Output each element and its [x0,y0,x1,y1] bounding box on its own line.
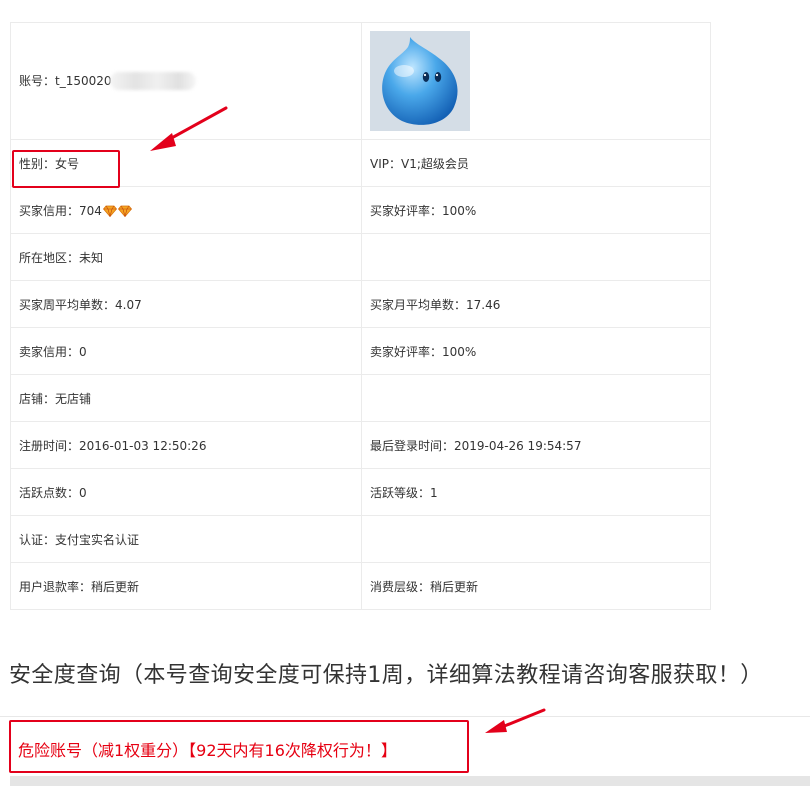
account-label: 账号：t_150020 [19,73,112,88]
account-info-table: 账号：t_150020 性别：女号 VIP：V1;超级会员 买家信用：704 买… [10,22,711,610]
blurred-account-suffix [109,72,196,91]
buyer-credit-label: 买家信用：704 [19,203,102,218]
last-login-cell: 最后登录时间：2019-04-26 19:54:57 [361,421,711,469]
activity-points-cell: 活跃点数：0 [10,468,362,516]
avatar [370,31,470,131]
table-row: 买家信用：704 买家好评率：100% [10,186,711,234]
table-row: 店铺：无店铺 [10,374,711,422]
buyer-monthly-avg-cell: 买家月平均单数：17.46 [361,280,711,328]
seller-rating-cell: 卖家好评率：100% [361,327,711,375]
vip-cell: VIP：V1;超级会员 [361,139,711,187]
bottom-divider-bar [10,776,810,786]
empty-cell [361,374,711,422]
shop-cell: 店铺：无店铺 [10,374,362,422]
verification-cell: 认证：支付宝实名认证 [10,515,362,563]
location-cell: 所在地区：未知 [10,233,362,281]
register-time-cell: 注册时间：2016-01-03 12:50:26 [10,421,362,469]
seller-credit-cell: 卖家信用：0 [10,327,362,375]
refund-rate-cell: 用户退款率：稍后更新 [10,562,362,610]
table-row: 买家周平均单数：4.07 买家月平均单数：17.46 [10,280,711,328]
empty-cell [361,233,711,281]
diamond-icon [102,205,117,217]
consumption-tier-cell: 消费层级：稍后更新 [361,562,711,610]
empty-cell [361,515,711,563]
table-row: 认证：支付宝实名认证 [10,515,711,563]
table-row: 活跃点数：0 活跃等级：1 [10,468,711,516]
table-row: 卖家信用：0 卖家好评率：100% [10,327,711,375]
table-row: 用户退款率：稍后更新 消费层级：稍后更新 [10,562,711,610]
red-arrow-icon [485,708,546,733]
gender-highlight-box [12,150,120,188]
danger-highlight-box [9,720,469,773]
buyer-weekly-avg-cell: 买家周平均单数：4.07 [10,280,362,328]
red-arrow-icon [150,106,228,151]
security-query-title: 安全度查询（本号查询安全度可保持1周，详细算法教程请咨询客服获取！） [9,663,763,688]
buyer-rating-cell: 买家好评率：100% [361,186,711,234]
table-row: 账号：t_150020 [10,22,711,140]
buyer-credit-cell: 买家信用：704 [10,186,362,234]
table-row: 所在地区：未知 [10,233,711,281]
diamond-icon [117,205,132,217]
avatar-cell [361,22,711,140]
table-row: 注册时间：2016-01-03 12:50:26 最后登录时间：2019-04-… [10,421,711,469]
activity-level-cell: 活跃等级：1 [361,468,711,516]
